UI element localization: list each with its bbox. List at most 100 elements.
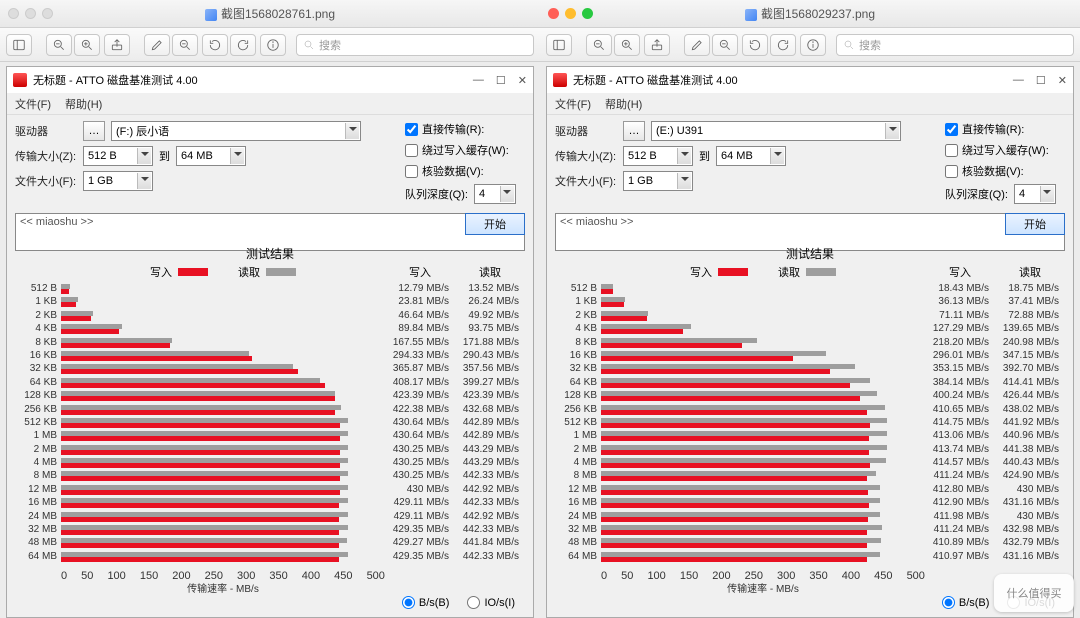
maximize-icon[interactable] — [42, 8, 53, 19]
search-input[interactable]: 搜索 — [296, 34, 534, 56]
combo-box[interactable]: 1 GB — [623, 171, 693, 191]
radio-bytes[interactable]: B/s(B) — [942, 596, 990, 609]
bar-row — [61, 550, 385, 563]
zoom-out-button-2[interactable] — [172, 34, 198, 56]
write-value: 429.11 MB/s — [385, 496, 449, 509]
bar-row — [601, 496, 925, 509]
size-label: 1 KB — [35, 295, 57, 308]
write-values-col: 18.43 MB/s36.13 MB/s71.11 MB/s127.29 MB/… — [925, 282, 995, 570]
zoom-in-button[interactable] — [614, 34, 640, 56]
combo-box[interactable]: (F:) 辰小语 — [111, 121, 361, 141]
size-label: 24 MB — [568, 510, 597, 523]
share-button[interactable] — [644, 34, 670, 56]
read-value: 441.92 MB/s — [995, 416, 1059, 429]
close-icon[interactable] — [8, 8, 19, 19]
write-bar — [601, 517, 868, 522]
combo-box[interactable]: 4 — [1014, 184, 1056, 204]
write-bar — [61, 436, 340, 441]
start-button[interactable]: 开始 — [465, 213, 525, 235]
combo-box[interactable]: (E:) U391 — [651, 121, 901, 141]
zoom-out-button-2[interactable] — [712, 34, 738, 56]
info-button[interactable] — [800, 34, 826, 56]
combo-box[interactable]: 4 — [474, 184, 516, 204]
checkbox-verify[interactable]: 核验数据(V): — [405, 163, 525, 179]
write-value: 353.15 MB/s — [925, 362, 989, 375]
app-titlebar[interactable]: 无标题 - ATTO 磁盘基准测试 4.00 — ☐ ✕ — [547, 67, 1073, 93]
maximize-icon[interactable] — [582, 8, 593, 19]
checkbox-direct[interactable]: 直接传输(R): — [945, 121, 1065, 137]
legend-read: 读取 — [778, 264, 836, 280]
write-value: 410.89 MB/s — [925, 536, 989, 549]
sidebar-toggle-button[interactable] — [546, 34, 572, 56]
minimize-icon[interactable] — [25, 8, 36, 19]
write-bar — [61, 302, 76, 307]
combo-box[interactable]: 512 B — [83, 146, 153, 166]
traffic-lights[interactable] — [548, 8, 593, 19]
combo-box[interactable]: 64 MB — [176, 146, 246, 166]
checkbox-direct[interactable]: 直接传输(R): — [405, 121, 525, 137]
write-bar — [61, 423, 340, 428]
read-value: 139.65 MB/s — [995, 322, 1059, 335]
write-value: 400.24 MB/s — [925, 389, 989, 402]
close-button[interactable]: ✕ — [518, 74, 527, 87]
rotate-right-button[interactable] — [230, 34, 256, 56]
write-value: 412.90 MB/s — [925, 496, 989, 509]
menu-file[interactable]: 文件(F) — [555, 96, 591, 112]
bar-row — [601, 349, 925, 362]
write-bar — [601, 436, 869, 441]
close-button[interactable]: ✕ — [1058, 74, 1067, 87]
rotate-left-button[interactable] — [742, 34, 768, 56]
write-bar — [601, 356, 793, 361]
info-button[interactable] — [260, 34, 286, 56]
bar-row — [61, 322, 385, 335]
radio-bytes[interactable]: B/s(B) — [402, 596, 450, 609]
zoom-out-button[interactable] — [46, 34, 72, 56]
checkbox-bypass[interactable]: 绕过写入缓存(W): — [945, 142, 1065, 158]
zoom-in-button[interactable] — [74, 34, 100, 56]
close-icon[interactable] — [548, 8, 559, 19]
checkbox-verify[interactable]: 核验数据(V): — [945, 163, 1065, 179]
write-bar — [61, 316, 91, 321]
menu-help[interactable]: 帮助(H) — [65, 96, 102, 112]
write-bar — [601, 343, 742, 348]
maximize-button[interactable]: ☐ — [1036, 74, 1046, 87]
minimize-button[interactable]: — — [473, 74, 484, 87]
minimize-icon[interactable] — [565, 8, 576, 19]
browse-button[interactable]: … — [83, 121, 105, 141]
chevron-down-icon — [677, 148, 691, 164]
combo-box[interactable]: 512 B — [623, 146, 693, 166]
read-values-col: 13.52 MB/s26.24 MB/s49.92 MB/s93.75 MB/s… — [455, 282, 525, 570]
search-input[interactable]: 搜索 — [836, 34, 1074, 56]
combo-box[interactable]: 1 GB — [83, 171, 153, 191]
size-label: 512 KB — [24, 416, 57, 429]
sidebar-toggle-button[interactable] — [6, 34, 32, 56]
legend-write: 写入 — [150, 264, 208, 280]
checkbox-bypass[interactable]: 绕过写入缓存(W): — [405, 142, 525, 158]
bar-row — [61, 282, 385, 295]
app-titlebar[interactable]: 无标题 - ATTO 磁盘基准测试 4.00 — ☐ ✕ — [7, 67, 533, 93]
annotate-button[interactable] — [684, 34, 710, 56]
rotate-left-button[interactable] — [202, 34, 228, 56]
atto-window: 无标题 - ATTO 磁盘基准测试 4.00 — ☐ ✕ 文件(F) 帮助(H)… — [546, 66, 1074, 618]
write-value: 413.74 MB/s — [925, 443, 989, 456]
chevron-down-icon — [137, 148, 151, 164]
size-label: 32 MB — [28, 523, 57, 536]
share-button[interactable] — [104, 34, 130, 56]
menu-help[interactable]: 帮助(H) — [605, 96, 642, 112]
browse-button[interactable]: … — [623, 121, 645, 141]
rotate-right-button[interactable] — [770, 34, 796, 56]
zoom-out-button[interactable] — [586, 34, 612, 56]
maximize-button[interactable]: ☐ — [496, 74, 506, 87]
col-read: 读取 — [455, 264, 525, 282]
size-label: 512 KB — [564, 416, 597, 429]
start-button[interactable]: 开始 — [1005, 213, 1065, 235]
minimize-button[interactable]: — — [1013, 74, 1024, 87]
combo-box[interactable]: 64 MB — [716, 146, 786, 166]
radio-io[interactable]: IO/s(I) — [467, 596, 515, 609]
size-label: 64 KB — [30, 376, 57, 389]
size-label: 8 MB — [574, 469, 597, 482]
size-label: 48 MB — [568, 536, 597, 549]
traffic-lights[interactable] — [8, 8, 53, 19]
menu-file[interactable]: 文件(F) — [15, 96, 51, 112]
annotate-button[interactable] — [144, 34, 170, 56]
